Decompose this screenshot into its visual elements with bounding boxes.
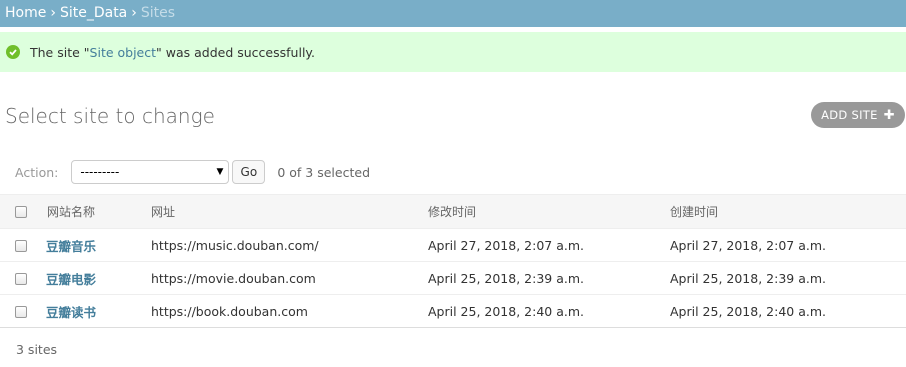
table-row: 豆瓣电影 https://movie.douban.com April 25, … [0, 261, 906, 295]
column-header-created[interactable]: 创建时间 [666, 194, 906, 229]
table-header-row: 网站名称 网址 修改时间 创建时间 [0, 194, 906, 229]
page-title: Select site to change [5, 104, 215, 128]
message-site-link[interactable]: Site object [90, 45, 157, 60]
breadcrumb-separator: › [50, 5, 56, 21]
table-row: 豆瓣读书 https://book.douban.com April 25, 2… [0, 294, 906, 328]
row-select-cell [0, 228, 41, 262]
table-row: 豆瓣音乐 https://music.douban.com/ April 27,… [0, 228, 906, 262]
go-button[interactable]: Go [232, 160, 266, 184]
row-checkbox[interactable] [15, 240, 27, 252]
modified-time-cell: April 27, 2018, 2:07 a.m. [424, 228, 666, 262]
paginator: 3 sites [16, 342, 58, 357]
add-site-label: ADD SITE [821, 108, 878, 122]
results-table: 网站名称 网址 修改时间 创建时间 豆瓣音乐 https://music.dou… [0, 194, 906, 328]
breadcrumb-separator: › [131, 5, 137, 21]
column-header-name[interactable]: 网站名称 [41, 194, 147, 229]
breadcrumb: Home › Site_Data › Sites [0, 0, 906, 27]
created-time-cell: April 25, 2018, 2:39 a.m. [666, 261, 906, 295]
site-name-cell: 豆瓣电影 [41, 261, 147, 295]
message-suffix: " was added successfully. [156, 44, 316, 60]
column-header-modified[interactable]: 修改时间 [424, 194, 666, 229]
site-url-cell: https://book.douban.com [147, 294, 424, 328]
action-select-value: --------- [80, 165, 120, 179]
check-circle-icon [6, 45, 20, 59]
add-site-button[interactable]: ADD SITE ✚ [811, 102, 905, 128]
site-url-cell: https://movie.douban.com [147, 261, 424, 295]
modified-time-cell: April 25, 2018, 2:40 a.m. [424, 294, 666, 328]
created-time-cell: April 25, 2018, 2:40 a.m. [666, 294, 906, 328]
select-all-cell [0, 194, 41, 229]
dropdown-arrow-icon: ▼ [216, 167, 224, 177]
action-select[interactable]: --------- ▼ [71, 160, 230, 184]
action-bar: Action: --------- ▼ Go 0 of 3 selected [15, 160, 370, 184]
row-checkbox[interactable] [15, 306, 27, 318]
modified-time-cell: April 25, 2018, 2:39 a.m. [424, 261, 666, 295]
site-name-link[interactable]: 豆瓣读书 [46, 305, 96, 320]
message-prefix: The site " [30, 44, 90, 60]
site-url-cell: https://music.douban.com/ [147, 228, 424, 262]
created-time-cell: April 27, 2018, 2:07 a.m. [666, 228, 906, 262]
row-select-cell [0, 261, 41, 295]
plus-icon: ✚ [883, 107, 895, 123]
breadcrumb-current: Sites [140, 5, 176, 21]
breadcrumb-app[interactable]: Site_Data [60, 5, 127, 21]
select-all-checkbox[interactable] [15, 206, 27, 218]
success-message: The site " Site object " was added success… [0, 32, 906, 72]
breadcrumb-home[interactable]: Home [5, 5, 46, 21]
selection-counter: 0 of 3 selected [277, 164, 370, 180]
site-name-link[interactable]: 豆瓣电影 [46, 272, 96, 287]
site-name-cell: 豆瓣读书 [41, 294, 147, 328]
site-name-link[interactable]: 豆瓣音乐 [46, 239, 96, 254]
column-header-url[interactable]: 网址 [147, 194, 424, 229]
row-select-cell [0, 294, 41, 328]
site-name-cell: 豆瓣音乐 [41, 228, 147, 262]
action-label: Action: [15, 164, 59, 180]
row-checkbox[interactable] [15, 273, 27, 285]
